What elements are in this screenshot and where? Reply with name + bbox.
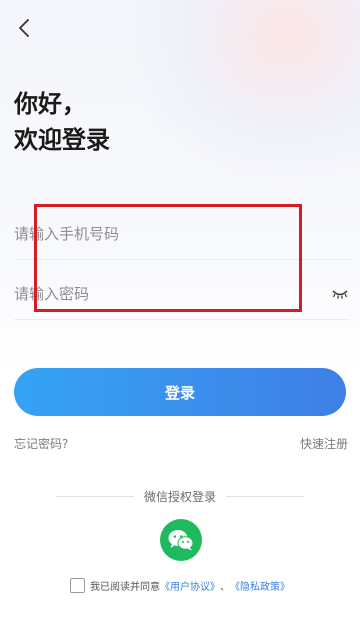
agreement-row: 我已阅读并同意 《用户协议》 、 《隐私政策》 bbox=[70, 578, 290, 593]
forgot-password-link[interactable]: 忘记密码? bbox=[14, 435, 68, 452]
privacy-policy-link[interactable]: 《隐私政策》 bbox=[230, 578, 290, 593]
wechat-divider: 微信授权登录 bbox=[56, 487, 305, 505]
greeting-heading: 你好， 欢迎登录 bbox=[14, 86, 110, 158]
back-button[interactable] bbox=[10, 14, 38, 42]
chevron-left-icon bbox=[19, 19, 29, 37]
password-input[interactable] bbox=[14, 284, 330, 303]
wechat-login-button[interactable] bbox=[160, 519, 202, 561]
login-screen: 你好， 欢迎登录 登录 忘记密码? 快速注册 微信授权登录 bbox=[0, 0, 360, 625]
agreement-prefix: 我已阅读并同意 bbox=[90, 582, 160, 593]
agreement-separator: 、 bbox=[220, 582, 230, 593]
divider-line-right bbox=[226, 495, 305, 497]
wechat-icon bbox=[168, 530, 194, 551]
agreement-checkbox[interactable] bbox=[70, 578, 85, 593]
greeting-line-1: 你好， bbox=[14, 90, 86, 118]
password-visibility-toggle[interactable] bbox=[330, 287, 350, 301]
eye-closed-icon bbox=[332, 289, 348, 299]
wechat-login-label: 微信授权登录 bbox=[144, 489, 217, 504]
user-agreement-link[interactable]: 《用户协议》 bbox=[160, 578, 220, 593]
password-field bbox=[14, 268, 350, 320]
quick-register-link[interactable]: 快速注册 bbox=[300, 435, 348, 452]
login-button[interactable]: 登录 bbox=[14, 368, 346, 416]
divider-line-left bbox=[56, 495, 134, 497]
greeting-line-2: 欢迎登录 bbox=[14, 126, 110, 154]
phone-field bbox=[14, 208, 350, 260]
phone-input[interactable] bbox=[14, 224, 350, 243]
background-glow bbox=[130, 0, 360, 180]
